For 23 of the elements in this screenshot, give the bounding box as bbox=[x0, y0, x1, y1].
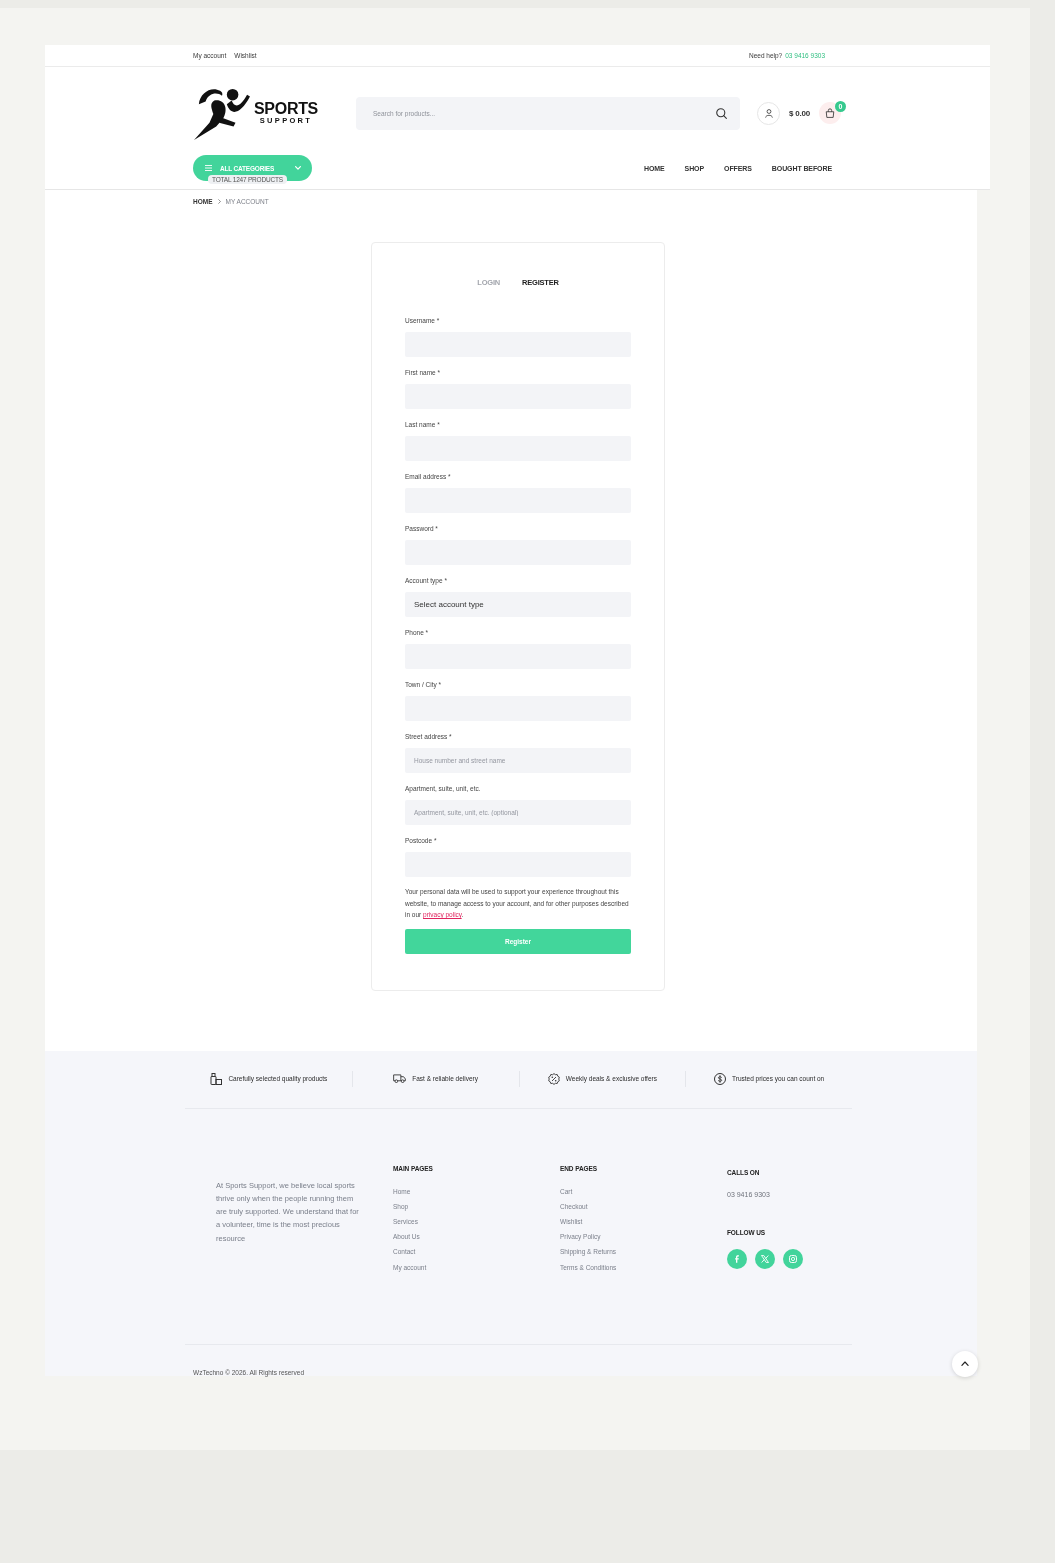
x-logo-icon bbox=[761, 1254, 769, 1263]
caret-up-icon bbox=[961, 1361, 969, 1366]
dollar-coin-icon bbox=[714, 1072, 726, 1085]
cart-total: $ 0.00 bbox=[789, 108, 811, 118]
runner-logo-icon bbox=[193, 86, 251, 140]
account-button[interactable] bbox=[757, 101, 780, 125]
logo-title: SPORTS bbox=[254, 101, 318, 116]
facebook-link[interactable] bbox=[727, 1248, 747, 1269]
user-icon bbox=[764, 108, 773, 118]
discount-badge-icon bbox=[547, 1072, 560, 1085]
chevron-down-icon bbox=[295, 166, 301, 170]
chevron-right-icon bbox=[217, 198, 221, 204]
x-link[interactable] bbox=[755, 1248, 775, 1269]
instagram-link[interactable] bbox=[783, 1248, 803, 1269]
shopping-bag-icon bbox=[825, 108, 836, 118]
truck-icon bbox=[393, 1074, 407, 1083]
menu-icon bbox=[205, 165, 212, 171]
instagram-icon bbox=[789, 1254, 797, 1263]
facebook-icon bbox=[735, 1254, 739, 1263]
search-icon[interactable] bbox=[716, 107, 727, 119]
select-field[interactable]: Select account type bbox=[405, 592, 631, 617]
package-icon bbox=[210, 1072, 223, 1085]
back-to-top-button[interactable] bbox=[952, 1350, 978, 1377]
